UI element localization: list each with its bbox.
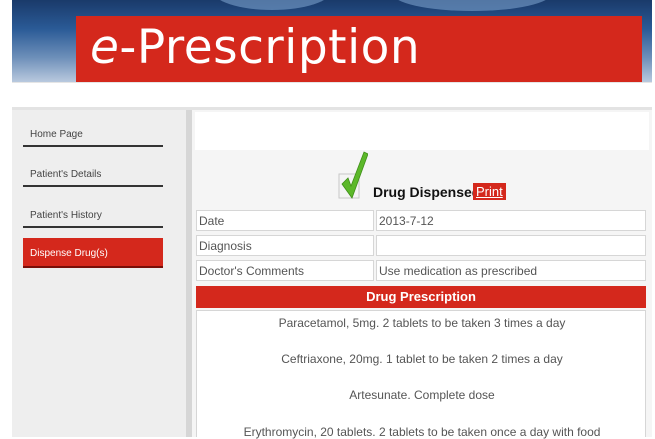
details-row-comments: Doctor's Comments Use medication as pres… <box>196 260 646 283</box>
details-value: Use medication as prescribed <box>376 260 646 281</box>
banner-title-box: e-Prescription <box>76 16 642 82</box>
main-content: Drug Dispensed Print Date 2013-7-12 Diag… <box>192 110 652 439</box>
details-value <box>376 235 646 256</box>
details-value: 2013-7-12 <box>376 210 646 231</box>
details-label: Diagnosis <box>196 235 374 256</box>
prescription-header: Drug Prescription <box>196 286 646 308</box>
checkmark-icon <box>338 151 368 199</box>
dispense-status: Drug Dispensed Print <box>192 150 652 206</box>
sidebar-item-label: Home Page <box>30 129 83 140</box>
prescription-item: Ceftriaxone, 20mg. 1 tablet to be taken … <box>281 352 563 366</box>
sidebar: Home Page Patient's Details Patient's Hi… <box>12 110 186 437</box>
app-title-text: -Prescription <box>119 20 421 75</box>
prescription-item: Artesunate. Complete dose <box>349 388 495 402</box>
header-band <box>12 82 652 111</box>
app-title: e-Prescription <box>90 20 420 76</box>
banner-decoration <box>212 0 332 10</box>
banner-decoration <box>392 0 552 11</box>
sidebar-item-label: Dispense Drug(s) <box>30 248 108 259</box>
content-top-panel <box>195 112 649 150</box>
sidebar-item-dispense-drugs[interactable]: Dispense Drug(s) <box>23 238 163 268</box>
print-button[interactable]: Print <box>473 183 506 200</box>
sidebar-item-home[interactable]: Home Page <box>23 119 163 147</box>
details-label: Doctor's Comments <box>196 260 374 281</box>
sidebar-item-patient-history[interactable]: Patient's History <box>23 200 163 228</box>
sidebar-item-label: Patient's History <box>30 210 102 221</box>
dispense-status-label: Drug Dispensed <box>373 184 481 200</box>
header-banner: e-Prescription <box>12 0 652 82</box>
details-row-date: Date 2013-7-12 <box>196 210 646 233</box>
sidebar-item-label: Patient's Details <box>30 169 102 180</box>
prescription-item: Paracetamol, 5mg. 2 tablets to be taken … <box>278 316 566 330</box>
sidebar-item-patient-details[interactable]: Patient's Details <box>23 159 163 187</box>
app-title-prefix: e <box>90 20 120 75</box>
details-row-diagnosis: Diagnosis <box>196 235 646 258</box>
details-label: Date <box>196 210 374 231</box>
prescription-list: Paracetamol, 5mg. 2 tablets to be taken … <box>196 310 646 439</box>
